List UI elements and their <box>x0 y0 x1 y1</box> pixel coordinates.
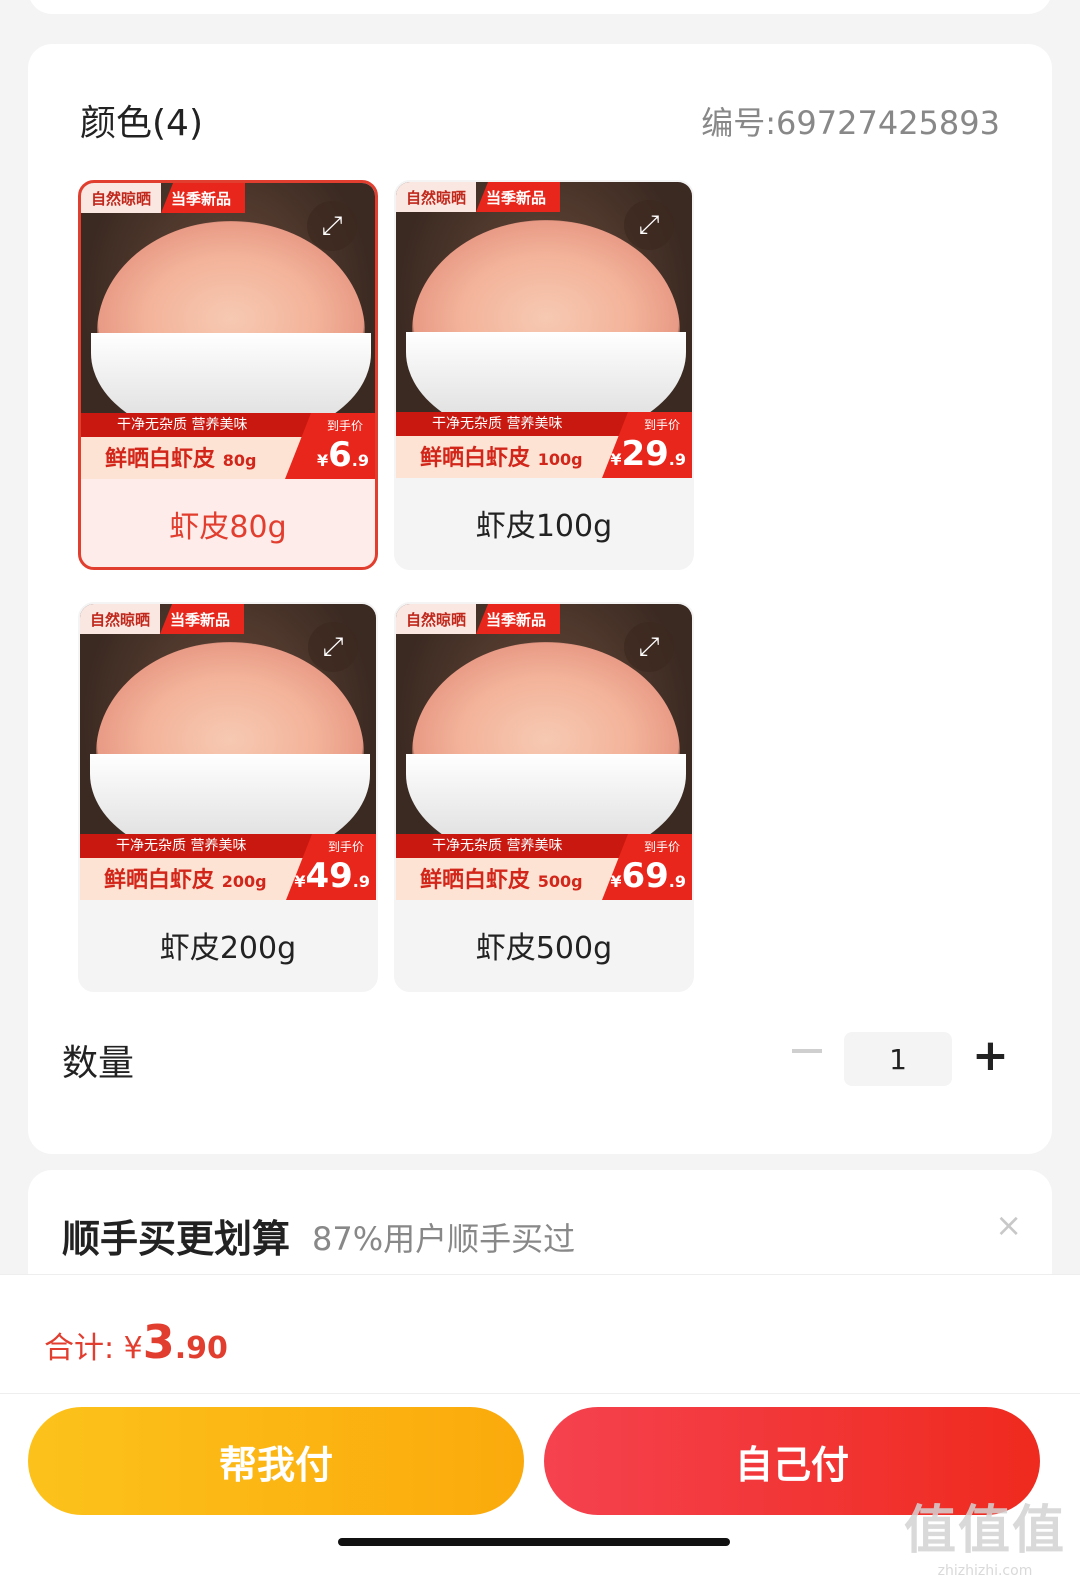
tag-new: 当季新品 <box>161 183 246 213</box>
upsell-title: 顺手买更划算 <box>62 1217 291 1261</box>
option-image: 自然晾晒 当季新品 ⤢ 干净无杂质 营养美味 鲜晒白虾皮 80g 到手价 ¥6.… <box>81 183 375 479</box>
upsell-subtitle: 87%用户顺手买过 <box>312 1220 576 1258</box>
spec-option-200g[interactable]: 自然晾晒 当季新品 ⤢ 干净无杂质 营养美味 鲜晒白虾皮 200g 到手价 ¥4… <box>78 602 378 992</box>
previous-card <box>28 0 1052 14</box>
quantity-label: 数量 <box>62 1043 135 1084</box>
tag-natural: 自然晾晒 <box>396 182 477 212</box>
home-indicator[interactable] <box>338 1538 730 1546</box>
option-label: 虾皮100g <box>475 509 613 544</box>
checkout-sheet: 颜色(4) 编号:69727425893 自然晾晒 当季新品 ⤢ 干净无杂质 营… <box>0 0 1080 1587</box>
tag-new: 当季新品 <box>476 604 561 634</box>
help-pay-button[interactable]: 帮我付 <box>28 1407 524 1515</box>
option-label: 虾皮200g <box>159 931 297 966</box>
tag-new: 当季新品 <box>476 182 561 212</box>
spec-card: 颜色(4) 编号:69727425893 自然晾晒 当季新品 ⤢ 干净无杂质 营… <box>28 44 1052 1154</box>
spec-option-80g[interactable]: 自然晾晒 当季新品 ⤢ 干净无杂质 营养美味 鲜晒白虾皮 80g 到手价 ¥6.… <box>78 180 378 570</box>
option-image: 自然晾晒 当季新品 ⤢ 干净无杂质 营养美味 鲜晒白虾皮 500g 到手价 ¥6… <box>396 604 692 900</box>
spec-option-500g[interactable]: 自然晾晒 当季新品 ⤢ 干净无杂质 营养美味 鲜晒白虾皮 500g 到手价 ¥6… <box>394 602 694 992</box>
total-price: 合计: ¥3.90 <box>44 1315 228 1369</box>
tag-new: 当季新品 <box>160 604 245 634</box>
option-label: 虾皮80g <box>169 510 287 545</box>
divider <box>0 1393 1080 1394</box>
quantity-plus-button[interactable]: + <box>972 1034 1009 1078</box>
option-label: 虾皮500g <box>475 931 613 966</box>
expand-icon[interactable]: ⤢ <box>624 622 674 672</box>
promo-name: 鲜晒白虾皮 500g <box>420 868 583 893</box>
expand-icon[interactable]: ⤢ <box>307 201 357 251</box>
expand-icon[interactable]: ⤢ <box>624 200 674 250</box>
promo-name: 鲜晒白虾皮 80g <box>105 447 257 472</box>
tag-natural: 自然晾晒 <box>80 604 161 634</box>
close-icon[interactable]: × <box>995 1206 1022 1244</box>
promo-name: 鲜晒白虾皮 100g <box>420 446 583 471</box>
quantity-minus-button[interactable] <box>792 1049 822 1053</box>
tag-natural: 自然晾晒 <box>396 604 477 634</box>
product-code: 编号:69727425893 <box>701 104 1000 142</box>
spec-option-100g[interactable]: 自然晾晒 当季新品 ⤢ 干净无杂质 营养美味 鲜晒白虾皮 100g 到手价 ¥2… <box>394 180 694 570</box>
option-image: 自然晾晒 当季新品 ⤢ 干净无杂质 营养美味 鲜晒白虾皮 100g 到手价 ¥2… <box>396 182 692 478</box>
quantity-input[interactable]: 1 <box>844 1032 952 1086</box>
option-image: 自然晾晒 当季新品 ⤢ 干净无杂质 营养美味 鲜晒白虾皮 200g 到手价 ¥4… <box>80 604 376 900</box>
promo-name: 鲜晒白虾皮 200g <box>104 868 267 893</box>
watermark: 值值值 zhizhizhi.com <box>903 1501 1066 1579</box>
expand-icon[interactable]: ⤢ <box>308 622 358 672</box>
tag-natural: 自然晾晒 <box>81 183 162 213</box>
spec-title: 颜色(4) <box>80 103 203 144</box>
